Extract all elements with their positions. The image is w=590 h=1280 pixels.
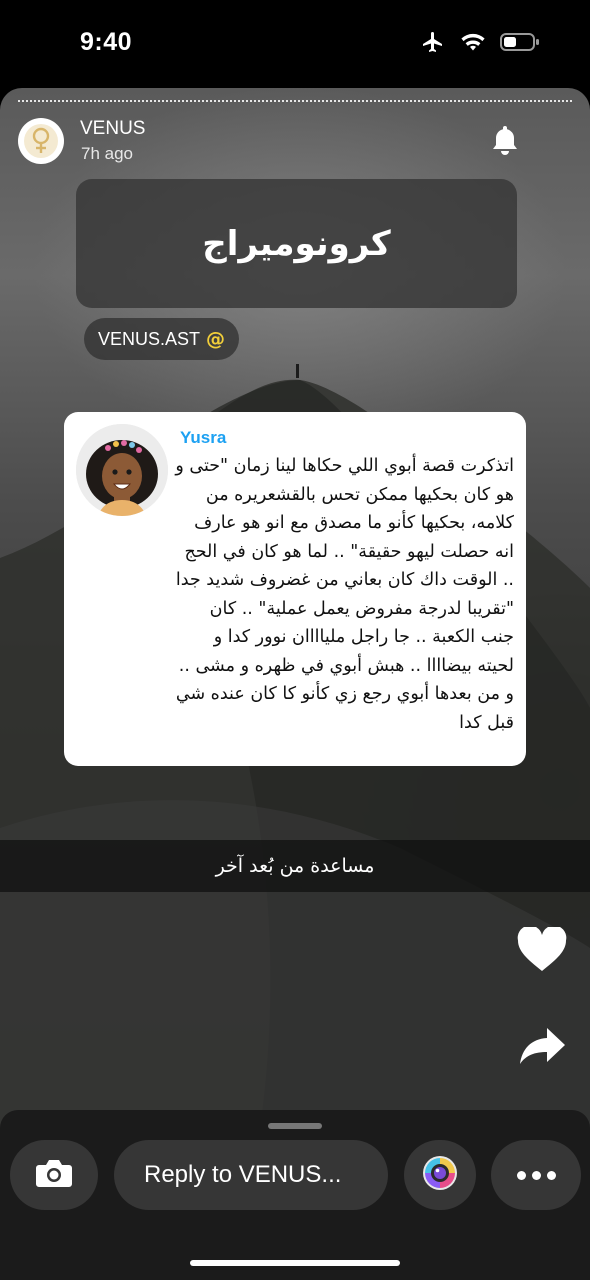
- mention-text: VENUS.AST: [98, 328, 201, 349]
- home-indicator[interactable]: [190, 1260, 400, 1266]
- lens-button[interactable]: [404, 1140, 476, 1210]
- wifi-icon: [460, 32, 486, 56]
- more-button[interactable]: [491, 1140, 581, 1210]
- story-progress-bar: [18, 100, 572, 103]
- more-dot: [546, 1170, 556, 1180]
- story-title-box: كرونوميراج: [76, 179, 517, 308]
- sender-avatar[interactable]: [18, 118, 64, 164]
- camera-icon: [35, 1157, 73, 1193]
- sender-name[interactable]: VENUS: [80, 118, 145, 140]
- airplane-icon: [420, 30, 446, 58]
- lens-icon: [422, 1155, 458, 1195]
- mention-at-symbol: @: [206, 328, 226, 350]
- quoted-tweet-card: Yusra اتذكرت قصة أبوي اللي حكاها لينا زم…: [64, 412, 526, 766]
- battery-icon: [500, 32, 540, 56]
- quote-text: اتذكرت قصة أبوي اللي حكاها لينا زمان "حت…: [175, 456, 514, 733]
- more-dots-icon: [516, 1170, 526, 1180]
- bell-icon[interactable]: [490, 124, 520, 160]
- camera-button[interactable]: [10, 1140, 98, 1210]
- reply-placeholder: Reply to VENUS...: [144, 1161, 342, 1188]
- reply-bottom-bar: Reply to VENUS...: [0, 1110, 590, 1280]
- status-icons: [420, 30, 540, 58]
- quote-author-avatar: [76, 424, 168, 516]
- grab-handle[interactable]: [268, 1123, 322, 1129]
- more-dot: [531, 1170, 541, 1180]
- caption-text: مساعدة من بُعد آخر: [215, 855, 375, 877]
- story-view[interactable]: VENUS 7h ago كرونوميراج VENUS.AST @ Yusr…: [0, 88, 590, 1128]
- quote-author-name: Yusra: [180, 428, 227, 447]
- story-title: كرونوميراج: [202, 223, 391, 264]
- reply-input[interactable]: Reply to VENUS...: [114, 1140, 388, 1210]
- caption-bar: مساعدة من بُعد آخر: [0, 840, 590, 892]
- status-time: 9:40: [80, 28, 133, 56]
- heart-icon[interactable]: [514, 922, 570, 978]
- status-bar: 9:40: [0, 0, 590, 88]
- mention-sticker[interactable]: VENUS.AST @: [84, 318, 240, 360]
- venus-symbol-icon: [24, 124, 58, 158]
- share-arrow-icon[interactable]: [514, 1018, 570, 1074]
- post-time: 7h ago: [81, 144, 133, 163]
